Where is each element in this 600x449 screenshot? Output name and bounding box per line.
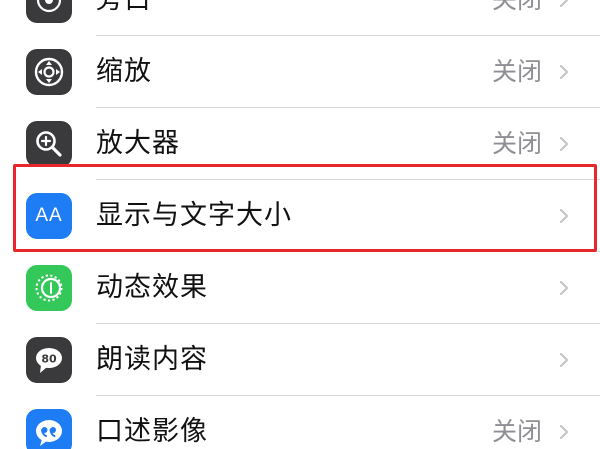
settings-row-label: 显示与文字大小 — [96, 200, 292, 231]
chevron-right-icon — [559, 281, 569, 295]
settings-row-voiceover[interactable]: 旁白 关闭 — [0, 0, 600, 36]
chevron-right-icon — [559, 65, 569, 79]
settings-row-display-text-size[interactable]: AA 显示与文字大小 — [0, 180, 600, 252]
settings-row-value: 关闭 — [491, 129, 542, 158]
settings-row-label: 旁白 — [96, 0, 152, 36]
display-text-size-icon: AA — [26, 193, 72, 239]
accessibility-settings-screen: 旁白 关闭 缩放 关闭 — [0, 0, 600, 449]
settings-row-label: 口述影像 — [96, 416, 208, 447]
chevron-right-icon — [559, 209, 569, 223]
voiceover-icon — [26, 0, 72, 23]
settings-list: 旁白 关闭 缩放 关闭 — [0, 0, 600, 449]
settings-row-motion[interactable]: 动态效果 — [0, 252, 600, 324]
chevron-right-icon — [559, 353, 569, 367]
settings-row-zoom[interactable]: 缩放 关闭 — [0, 36, 600, 108]
zoom-icon — [26, 49, 72, 95]
chevron-right-icon — [559, 137, 569, 151]
spoken-content-icon: 80 — [26, 337, 72, 383]
chevron-right-icon — [559, 425, 569, 439]
settings-row-value: 关闭 — [491, 417, 542, 446]
settings-row-label: 动态效果 — [96, 272, 208, 303]
settings-row-value: 关闭 — [492, 0, 542, 36]
motion-icon — [26, 265, 72, 311]
settings-row-magnifier[interactable]: 放大器 关闭 — [0, 108, 600, 180]
settings-row-audio-descriptions[interactable]: 口述影像 关闭 — [0, 396, 600, 449]
audio-descriptions-icon — [26, 409, 72, 449]
settings-row-spoken-content[interactable]: 80 朗读内容 — [0, 324, 600, 396]
chevron-right-icon — [559, 0, 569, 7]
aa-glyph: AA — [35, 205, 63, 226]
settings-row-label: 缩放 — [96, 56, 152, 87]
settings-row-label: 放大器 — [96, 128, 180, 159]
magnifier-icon — [26, 121, 72, 167]
settings-row-label: 朗读内容 — [96, 344, 208, 375]
settings-row-value: 关闭 — [491, 57, 542, 86]
svg-text:80: 80 — [41, 353, 57, 366]
